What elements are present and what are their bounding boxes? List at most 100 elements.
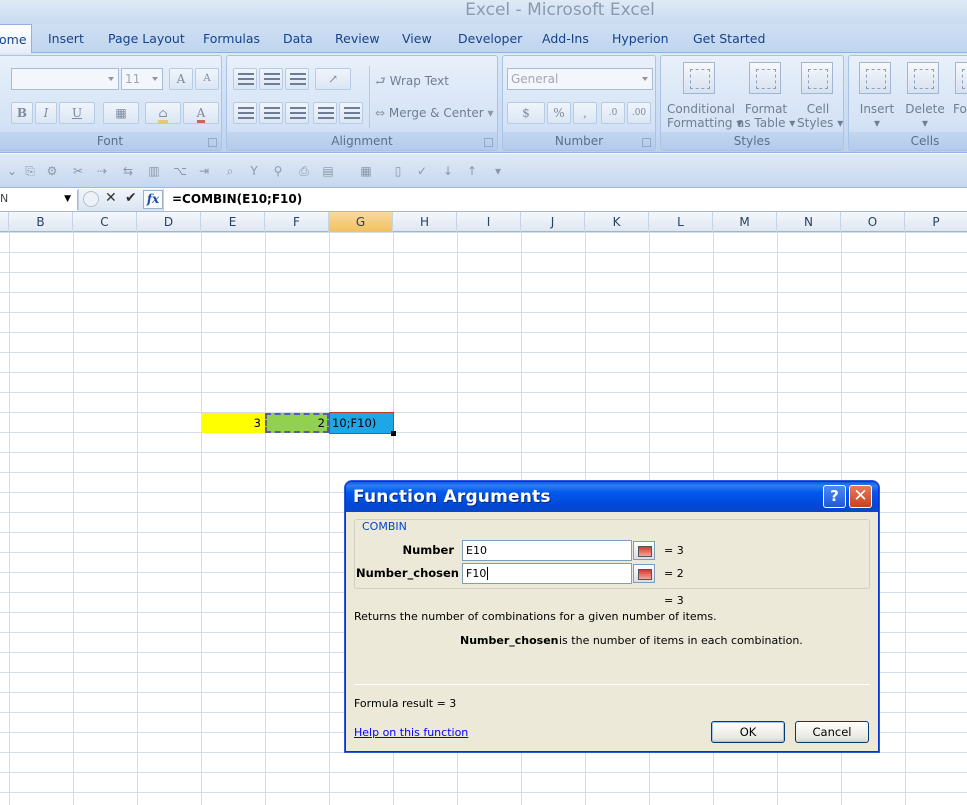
- help-button[interactable]: ?: [823, 485, 846, 508]
- tab-review[interactable]: Review: [335, 24, 380, 53]
- tab-page-layout[interactable]: Page Layout: [108, 24, 185, 53]
- cell-e10[interactable]: 3: [201, 413, 265, 433]
- name-box[interactable]: N ▼: [0, 190, 78, 210]
- tab-add-ins[interactable]: Add-Ins: [542, 24, 589, 53]
- insert-function-icon[interactable]: fx: [143, 190, 163, 209]
- collapse-dialog-icon[interactable]: [633, 564, 655, 583]
- font-color-button[interactable]: A: [183, 102, 219, 124]
- column-header[interactable]: F: [265, 212, 329, 232]
- tool-icon[interactable]: ⇢: [94, 164, 110, 178]
- fill-handle[interactable]: [391, 431, 396, 436]
- delete-cells-button[interactable]: Delete ▾: [905, 102, 945, 130]
- tool-icon[interactable]: ⇆: [120, 164, 136, 178]
- tab-formulas[interactable]: Formulas: [203, 24, 260, 53]
- underline-button[interactable]: U: [59, 102, 95, 124]
- decrease-indent-button[interactable]: [313, 102, 337, 124]
- number-input[interactable]: E10: [462, 540, 632, 561]
- font-size-box[interactable]: 11: [121, 68, 163, 90]
- tab-hyperion[interactable]: Hyperion: [612, 24, 669, 53]
- tab-data[interactable]: Data: [283, 24, 313, 53]
- column-header[interactable]: M: [713, 212, 777, 232]
- borders-button[interactable]: ▦: [103, 102, 139, 124]
- conditional-formatting-button[interactable]: Conditional Formatting ▾: [667, 102, 742, 130]
- close-button[interactable]: ✕: [849, 485, 872, 508]
- decrease-decimal-button[interactable]: .00: [627, 102, 651, 124]
- sort-descending-icon[interactable]: ↑: [464, 164, 480, 178]
- column-header[interactable]: L: [649, 212, 713, 232]
- italic-button[interactable]: I: [35, 102, 57, 124]
- filter-icon[interactable]: Y: [246, 164, 262, 178]
- column-header[interactable]: J: [521, 212, 585, 232]
- table-icon[interactable]: ▦: [358, 164, 374, 178]
- top-align-button[interactable]: [233, 68, 257, 90]
- dropdown-icon[interactable]: ⌄: [4, 164, 20, 178]
- column-header[interactable]: H: [393, 212, 457, 232]
- column-header[interactable]: P: [905, 212, 967, 232]
- tool-icon[interactable]: ▤: [320, 164, 336, 178]
- insert-cells-button[interactable]: Insert ▾: [857, 102, 897, 130]
- font-dialog-launcher-icon[interactable]: [208, 138, 217, 147]
- cancel-icon[interactable]: ✕: [105, 190, 117, 206]
- tool-icon[interactable]: ⚙: [44, 164, 60, 178]
- ok-button[interactable]: OK: [711, 721, 785, 743]
- spelling-icon[interactable]: ✓: [414, 164, 430, 178]
- percent-style-button[interactable]: %: [547, 102, 571, 124]
- row-header-corner[interactable]: [0, 212, 9, 232]
- middle-align-button[interactable]: [259, 68, 283, 90]
- tab-get-started[interactable]: Get Started: [693, 24, 765, 53]
- tab-view[interactable]: View: [402, 24, 432, 53]
- font-name-box[interactable]: [11, 68, 119, 90]
- tab-home[interactable]: ome: [0, 24, 32, 54]
- open-icon[interactable]: ⎘: [22, 164, 38, 178]
- bold-button[interactable]: B: [11, 102, 33, 124]
- cell-styles-button[interactable]: Cell Styles ▾: [797, 102, 843, 130]
- shrink-font-button[interactable]: A: [195, 68, 219, 90]
- column-header[interactable]: C: [73, 212, 137, 232]
- cell-g10[interactable]: 10;F10): [329, 412, 394, 434]
- chart-icon[interactable]: ▥: [146, 164, 162, 178]
- number-format-box[interactable]: General: [507, 68, 653, 90]
- orientation-button[interactable]: ↗: [315, 68, 351, 90]
- tool-icon[interactable]: ⇥: [196, 164, 212, 178]
- customize-icon[interactable]: ▾: [490, 164, 506, 178]
- cancel-button[interactable]: Cancel: [795, 721, 869, 743]
- grow-font-button[interactable]: A: [169, 68, 193, 90]
- alignment-dialog-launcher-icon[interactable]: [484, 138, 493, 147]
- tab-insert[interactable]: Insert: [48, 24, 84, 53]
- accounting-format-button[interactable]: $: [507, 102, 545, 124]
- tool-icon[interactable]: ✂: [70, 164, 86, 178]
- align-left-button[interactable]: [233, 102, 257, 124]
- formula-bar-collapse-icon[interactable]: [83, 191, 99, 207]
- column-header[interactable]: N: [777, 212, 841, 232]
- merge-center-button[interactable]: ⇔ Merge & Center ▾: [375, 106, 494, 120]
- find-icon[interactable]: ⚲: [270, 164, 286, 178]
- sort-ascending-icon[interactable]: ↓: [440, 164, 456, 178]
- comma-style-button[interactable]: ,: [573, 102, 597, 124]
- dialog-title-bar[interactable]: Function Arguments ? ✕: [346, 482, 878, 512]
- column-header[interactable]: O: [841, 212, 905, 232]
- fill-color-button[interactable]: ⌂: [145, 102, 181, 124]
- increase-decimal-button[interactable]: .0: [601, 102, 625, 124]
- column-header[interactable]: E: [201, 212, 265, 232]
- help-on-function-link[interactable]: Help on this function: [354, 726, 468, 739]
- column-header[interactable]: D: [137, 212, 201, 232]
- cell-f10[interactable]: 2: [265, 413, 329, 433]
- format-cells-button[interactable]: Fo: [953, 102, 967, 116]
- zoom-icon[interactable]: ⌕: [222, 164, 238, 178]
- column-header[interactable]: B: [9, 212, 73, 232]
- center-button[interactable]: [259, 102, 283, 124]
- formula-text[interactable]: =COMBIN(E10;F10): [172, 190, 302, 208]
- tab-developer[interactable]: Developer: [458, 24, 522, 53]
- column-header-selected[interactable]: G: [329, 212, 393, 232]
- print-icon[interactable]: ⎙: [296, 164, 312, 178]
- align-right-button[interactable]: [285, 102, 309, 124]
- page-icon[interactable]: ▯: [390, 164, 406, 178]
- column-header[interactable]: I: [457, 212, 521, 232]
- increase-indent-button[interactable]: [339, 102, 363, 124]
- column-header[interactable]: K: [585, 212, 649, 232]
- number-dialog-launcher-icon[interactable]: [642, 138, 651, 147]
- wrap-text-button[interactable]: ⮐ Wrap Text: [375, 72, 449, 93]
- format-as-table-button[interactable]: Format as Table ▾: [737, 102, 795, 130]
- collapse-dialog-icon[interactable]: [633, 541, 655, 560]
- bottom-align-button[interactable]: [285, 68, 309, 90]
